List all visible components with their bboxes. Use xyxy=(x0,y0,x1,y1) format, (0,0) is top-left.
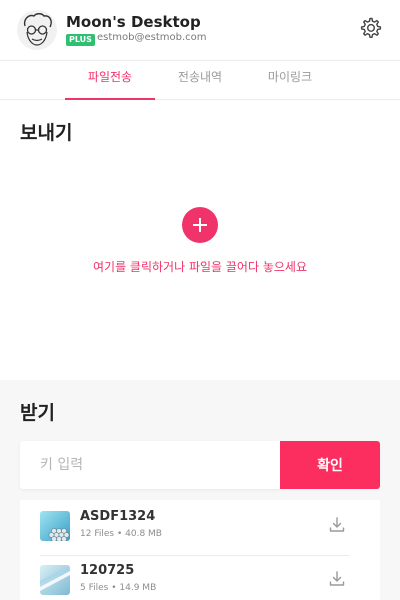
tab-my-link[interactable]: 마이링크 xyxy=(245,61,335,100)
tab-transfer-history[interactable]: 전송내역 xyxy=(155,61,245,100)
send-title: 보내기 xyxy=(20,122,73,144)
send-section[interactable]: 보내기 여기를 클릭하거나 파일을 끌어다 놓으세요 xyxy=(0,100,400,380)
file-count: 12 Files xyxy=(80,529,115,539)
list-item[interactable]: ASDF1324 12 Files • 40.8 MB xyxy=(40,504,350,550)
item-title: ASDF1324 xyxy=(80,509,156,524)
download-button[interactable] xyxy=(326,516,348,538)
confirm-button[interactable]: 확인 xyxy=(280,441,380,489)
settings-button[interactable] xyxy=(357,17,383,43)
meta-separator: • xyxy=(111,583,117,593)
download-icon xyxy=(328,570,346,592)
meta-separator: • xyxy=(116,529,123,539)
gear-icon xyxy=(358,16,382,44)
file-size: 40.8 MB xyxy=(125,529,162,539)
image-thumbnail xyxy=(40,511,70,541)
key-input-box xyxy=(20,441,280,489)
app-header: Moon's Desktop PLUS estmob@estmob.com xyxy=(0,0,400,60)
drop-hint: 여기를 클릭하거나 파일을 끌어다 놓으세요 xyxy=(93,260,307,274)
item-meta: 12 Files • 40.8 MB xyxy=(80,529,162,539)
avatar xyxy=(17,10,57,50)
image-thumbnail xyxy=(40,565,70,595)
download-button[interactable] xyxy=(326,570,348,592)
file-count: 5 Files xyxy=(80,583,109,593)
download-icon xyxy=(328,516,346,538)
file-size: 14.9 MB xyxy=(119,583,157,593)
item-meta: 5 Files • 14.9 MB xyxy=(80,583,156,593)
plus-icon xyxy=(182,218,218,247)
list-divider xyxy=(40,555,350,556)
device-name: Moon's Desktop xyxy=(66,13,201,31)
tab-bar: 파일전송 전송내역 마이링크 xyxy=(0,60,400,100)
user-email: estmob@estmob.com xyxy=(97,32,207,43)
plan-badge: PLUS xyxy=(66,34,95,46)
receive-title: 받기 xyxy=(20,402,55,424)
list-item[interactable]: 120725 5 Files • 14.9 MB xyxy=(40,558,350,600)
receive-section: 받기 확인 xyxy=(0,380,400,600)
received-list: ASDF1324 12 Files • 40.8 MB 120725 5 Fil… xyxy=(20,500,380,600)
add-file-button[interactable] xyxy=(182,207,218,243)
tab-file-transfer[interactable]: 파일전송 xyxy=(65,61,155,100)
item-title: 120725 xyxy=(80,563,135,578)
key-input[interactable] xyxy=(20,441,280,489)
